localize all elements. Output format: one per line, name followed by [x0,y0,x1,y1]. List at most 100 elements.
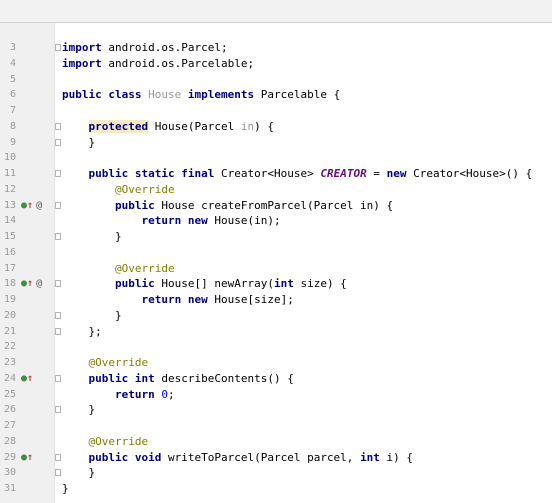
code-line[interactable]: 17 @Override [0,261,552,277]
code-text: } [62,466,96,480]
code-line[interactable]: 28 @Override [0,434,552,450]
line-number: 16 [3,246,16,258]
code-line[interactable]: 12 @Override [0,182,552,198]
line-number: 14 [3,215,16,227]
code-line[interactable]: 3 import android.os.Parcel; [0,40,552,56]
code-line[interactable]: 31} [0,481,552,497]
line-number: 20 [3,309,16,321]
code-text: @Override [114,182,175,196]
code-line[interactable]: 13 ●↑ @ public House createFromParcel(Parc… [0,198,552,214]
line-number: 10 [3,152,16,164]
code-line[interactable]: 11 public static final Creator<House> CR… [0,166,552,182]
code-text: } [62,230,122,243]
code-line[interactable]: 15 } [0,229,552,245]
line-number: 31 [3,483,16,494]
code-text: } [62,308,122,322]
code-text: public House createFromParcel(Parcel in)… [114,198,394,212]
line-number: 7 [9,105,16,116]
line-number: 8 [9,120,16,132]
line-number: 12 [3,183,16,195]
code-line[interactable]: 5 [0,72,552,88]
line-number: 11 [3,168,16,179]
fold-marker-icon[interactable] [55,138,61,146]
fold-marker-icon[interactable] [55,406,61,414]
fold-marker-icon[interactable] [55,311,61,319]
line-number: 24 [3,372,16,384]
code-text: @Override [88,356,149,369]
fold-marker-icon[interactable] [55,122,61,130]
code-text: return 0; [114,387,175,401]
implements-method-icon[interactable]: ●↑ [21,450,33,466]
code-line[interactable]: 16 [0,245,552,261]
code-line[interactable]: 7 [0,103,552,119]
line-number: 3 [9,42,16,53]
fold-marker-icon[interactable] [55,453,61,461]
fold-marker-icon[interactable] [55,44,61,51]
line-number: 17 [3,262,16,274]
code-line[interactable]: 10 [0,150,552,166]
line-number: 19 [3,294,16,305]
code-text: @Override [88,434,149,448]
code-line[interactable]: 29 ●↑ public void writeToParcel(Parcel pa… [0,450,552,466]
line-number: 15 [3,231,16,242]
code-text: public static final Creator<House> CREAT… [88,167,533,180]
fold-marker-icon[interactable] [55,280,61,288]
code-line[interactable]: 25 return 0; [0,387,552,403]
code-text: }; [62,324,102,338]
code-text: public class House implements Parcelable… [62,88,341,102]
implements-method-icon[interactable]: ●↑ @ [21,276,42,292]
code-line[interactable]: 22 [0,339,552,355]
override-annotation-icon[interactable]: @ [36,200,42,211]
code-line[interactable]: 27 [0,418,552,434]
line-number: 5 [9,73,16,85]
fold-marker-icon[interactable] [55,201,61,209]
code-line[interactable]: 6 public class House implements Parcelabl… [0,87,552,103]
line-number: 22 [3,341,16,353]
override-annotation-icon[interactable]: @ [36,278,42,289]
line-number: 23 [3,357,16,368]
code-text: return new House(in); [141,214,281,228]
code-text: public void writeToParcel(Parcel parcel,… [88,450,414,464]
code-line[interactable]: 26 } [0,402,552,418]
code-text: import android.os.Parcel; [62,41,228,54]
line-number: 9 [9,136,16,148]
line-number: 26 [3,404,16,416]
code-text: protected House(Parcel in) { [88,119,274,133]
code-text: public int describeContents() { [88,371,294,385]
code-line[interactable]: 4 import android.os.Parcelable; [0,56,552,72]
line-number: 18 [3,278,16,290]
code-line[interactable]: 24 ●↑ public int describeContents() { [0,371,552,387]
fold-marker-icon[interactable] [55,233,61,240]
fold-marker-icon[interactable] [55,469,61,477]
code-line[interactable]: 14 return new House(in); [0,213,552,229]
line-number: 29 [3,451,16,463]
code-line[interactable]: 23 @Override [0,355,552,371]
code-text: import android.os.Parcelable; [62,56,255,70]
code-text: } [62,403,96,417]
line-number: 28 [3,435,16,447]
implements-method-icon[interactable]: ●↑ @ [21,198,42,214]
line-number: 13 [3,199,16,211]
fold-marker-icon[interactable] [55,374,61,382]
code-line[interactable]: 19 return new House[size]; [0,292,552,308]
implements-method-icon[interactable]: ●↑ [21,371,33,387]
line-number: 4 [9,57,16,69]
editor-tab-bar [0,0,552,23]
code-line[interactable]: 20 } [0,308,552,324]
code-editor[interactable]: 3 import android.os.Parcel; 4 import androi… [0,40,552,497]
fold-marker-icon[interactable] [55,327,61,335]
code-text: public House[] newArray(int size) { [114,277,347,291]
line-number: 25 [3,388,16,400]
code-line[interactable]: 8 protected House(Parcel in) { [0,119,552,135]
code-text: @Override [114,261,175,275]
code-line[interactable]: 30 } [0,465,552,481]
code-text: } [62,135,96,149]
line-number: 27 [3,420,16,431]
code-line[interactable]: 21 }; [0,324,552,340]
code-line[interactable]: 9 } [0,135,552,151]
line-number: 6 [9,89,16,101]
line-number: 30 [3,467,16,479]
fold-marker-icon[interactable] [55,170,61,177]
code-line[interactable]: 18 ●↑ @ public House[] newArray(int size) … [0,276,552,292]
code-text: } [62,482,69,495]
